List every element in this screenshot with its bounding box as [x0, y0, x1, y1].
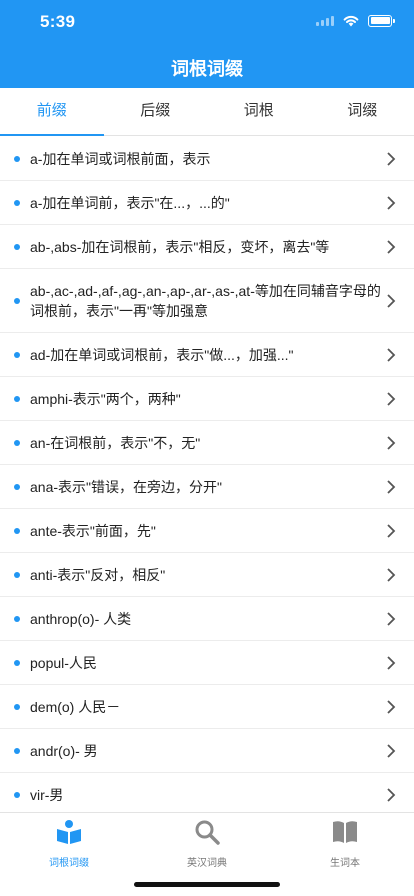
chevron-right-icon [387, 151, 396, 166]
chevron-right-icon [387, 293, 396, 308]
tabbar-item-dictionary[interactable]: 英汉词典 [138, 819, 276, 869]
battery-icon [368, 14, 395, 27]
chevron-right-icon [387, 611, 396, 626]
list-item[interactable]: dem(o) 人民－ [0, 685, 414, 729]
chevron-right-icon [387, 347, 396, 362]
list-item[interactable]: ana-表示"错误，在旁边，分开" [0, 465, 414, 509]
bullet-dot [14, 483, 20, 490]
list-item[interactable]: a-加在单词前，表示"在...，...的" [0, 181, 414, 225]
list-item[interactable]: ad-加在单词或词根前，表示"做...，加强..." [0, 333, 414, 377]
list-item-text: ab-,ac-,ad-,af-,ag-,an-,ap-,ar-,as-,at-等… [30, 282, 381, 319]
tab-suffix[interactable]: 后缀 [104, 88, 208, 135]
tabbar-label: 词根词缀 [49, 858, 89, 869]
page-title: 词根词缀 [171, 59, 243, 79]
status-icons [316, 14, 395, 27]
list-item[interactable]: vir-男 [0, 773, 414, 812]
list-item[interactable]: a-加在单词或词根前面，表示 [0, 137, 414, 181]
category-tabs: 前缀 后缀 词根 词缀 [0, 88, 414, 136]
bullet-dot [14, 155, 20, 162]
list-item-text: ana-表示"错误，在旁边，分开" [30, 478, 222, 495]
list-item[interactable]: ab-,ac-,ad-,af-,ag-,an-,ap-,ar-,as-,at-等… [0, 269, 414, 333]
bullet-dot [14, 615, 20, 622]
tab-prefix[interactable]: 前缀 [0, 88, 104, 136]
book-reader-icon [57, 820, 81, 844]
list-item-text: anti-表示"反对，相反" [30, 566, 166, 583]
tab-root[interactable]: 词根 [207, 88, 311, 135]
bullet-dot [14, 439, 20, 446]
list-item[interactable]: ante-表示"前面，先" [0, 509, 414, 553]
list-item[interactable]: popul-人民 [0, 641, 414, 685]
chevron-right-icon [387, 743, 396, 758]
list-item[interactable]: amphi-表示"两个，两种" [0, 377, 414, 421]
prefix-list: a-加在单词或词根前面，表示 a-加在单词前，表示"在...，...的" ab-… [0, 137, 414, 812]
list-item-text: popul-人民 [30, 654, 97, 671]
search-icon [195, 820, 220, 845]
bullet-dot [14, 659, 20, 666]
list-item[interactable]: an-在词根前，表示"不，无" [0, 421, 414, 465]
cellular-signal-icon [316, 15, 334, 26]
list-item-text: amphi-表示"两个，两种" [30, 390, 181, 407]
list-item[interactable]: anthrop(o)- 人类 [0, 597, 414, 641]
chevron-right-icon [387, 239, 396, 254]
bullet-dot [14, 527, 20, 534]
chevron-right-icon [387, 787, 396, 802]
status-time: 5:39 [40, 12, 76, 31]
chevron-right-icon [387, 391, 396, 406]
list-item-text: vir-男 [30, 786, 64, 803]
list-item[interactable]: andr(o)- 男 [0, 729, 414, 773]
chevron-right-icon [387, 567, 396, 582]
list-item-text: andr(o)- 男 [30, 742, 98, 759]
bullet-dot [14, 747, 20, 754]
chevron-right-icon [387, 195, 396, 210]
chevron-right-icon [387, 435, 396, 450]
wifi-icon [343, 15, 359, 27]
tabbar-item-roots[interactable]: 词根词缀 [0, 819, 138, 869]
tabbar-item-vocabulary[interactable]: 生词本 [276, 819, 414, 869]
tabbar-label: 英汉词典 [187, 858, 227, 869]
list-item-text: ab-,abs-加在词根前，表示"相反，变坏，离去"等 [30, 238, 330, 255]
list-item-text: a-加在单词前，表示"在...，...的" [30, 194, 230, 211]
list-item[interactable]: anti-表示"反对，相反" [0, 553, 414, 597]
bullet-dot [14, 703, 20, 710]
list-item-text: ante-表示"前面，先" [30, 522, 156, 539]
chevron-right-icon [387, 699, 396, 714]
bullet-dot [14, 571, 20, 578]
chevron-right-icon [387, 655, 396, 670]
list-item-text: dem(o) 人民－ [30, 698, 121, 715]
app-header: 5:39 词根词缀 [0, 0, 414, 88]
chevron-right-icon [387, 523, 396, 538]
list-item-text: a-加在单词或词根前面，表示 [30, 150, 211, 167]
bullet-dot [14, 351, 20, 358]
chevron-right-icon [387, 479, 396, 494]
tabbar-label: 生词本 [330, 858, 360, 869]
tab-affix[interactable]: 词缀 [311, 88, 414, 135]
list-item-text: anthrop(o)- 人类 [30, 610, 132, 627]
bullet-dot [14, 791, 20, 798]
list-item-text: ad-加在单词或词根前，表示"做...，加强..." [30, 346, 294, 363]
bullet-dot [14, 395, 20, 402]
home-indicator[interactable] [134, 882, 280, 887]
list-item[interactable]: ab-,abs-加在词根前，表示"相反，变坏，离去"等 [0, 225, 414, 269]
open-book-icon [333, 821, 357, 843]
bullet-dot [14, 199, 20, 206]
list-item-text: an-在词根前，表示"不，无" [30, 434, 201, 451]
bullet-dot [14, 297, 20, 304]
bullet-dot [14, 243, 20, 250]
